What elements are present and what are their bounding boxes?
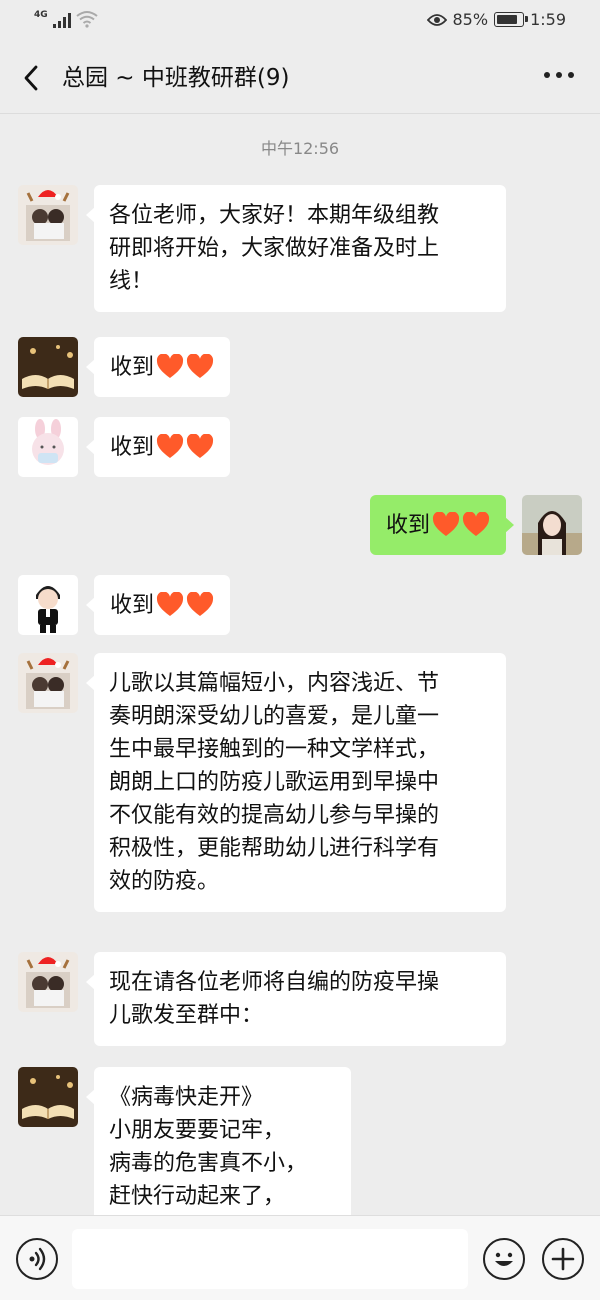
message-line: 不仅能有效的提高幼儿参与早操的	[109, 803, 440, 828]
message-bubble[interactable]: 收到	[369, 495, 515, 555]
message-line: 病毒的危害真不小，	[109, 1151, 308, 1176]
message-text: 收到	[385, 512, 430, 538]
battery-icon	[494, 12, 529, 27]
message-bubble[interactable]: 各位老师，大家好！本期年级组教 研即将开始，大家做好准备及时上 线！	[86, 185, 506, 312]
battery-fill	[497, 15, 517, 24]
chat-title: 总园 ~ 中班教研群(9)	[62, 65, 290, 91]
message-line: 生中最早接触到的一种文学样式，	[109, 737, 440, 762]
message-line: 奏明朗深受幼儿的喜爱，是儿童一	[109, 704, 440, 729]
avatar-icon[interactable]	[18, 417, 78, 477]
heart-icon	[462, 512, 490, 536]
message-bubble[interactable]: 收到	[85, 575, 231, 635]
message-bubble[interactable]: 儿歌以其篇幅短小，内容浅近、节 奏明朗深受幼儿的喜爱，是儿童一 生中最早接触到的…	[86, 653, 506, 912]
message-text: 收到	[110, 592, 155, 618]
message-text: 收到	[110, 434, 155, 460]
heart-icon	[187, 434, 214, 458]
message-line: 儿歌发至群中：	[109, 1003, 264, 1028]
message-line: 效的防疫。	[109, 869, 220, 894]
heart-icon	[157, 592, 184, 616]
input-bar	[0, 1215, 600, 1300]
message-timestamp: 中午12:56	[260, 139, 340, 158]
emoji-icon[interactable]	[483, 1238, 525, 1280]
message-line: 朗朗上口的防疫儿歌运用到早操中	[109, 770, 440, 795]
message-line: 小朋友要要记牢，	[109, 1118, 286, 1143]
chat-header: 总园 ~ 中班教研群(9)	[0, 42, 600, 114]
chat-area[interactable]: 中午12:56 各位老师，大家好！本期年级组教 研即将开始，大家做好准备及时上 …	[0, 115, 600, 1215]
message-text: 收到	[110, 354, 155, 380]
plus-icon[interactable]	[542, 1238, 584, 1280]
avatar-icon[interactable]	[18, 575, 78, 635]
message-line: 线！	[109, 269, 154, 294]
battery-percent: 85%	[452, 10, 489, 29]
wifi-icon	[76, 11, 98, 28]
message-line: 赶快行动起来了，	[109, 1184, 286, 1209]
status-bar: 4G 85% 1:59	[0, 0, 600, 42]
status-left: 4G	[34, 10, 98, 28]
clock: 1:59	[530, 10, 566, 29]
message-line: 《病毒快走开》	[109, 1085, 264, 1110]
eye-icon	[426, 13, 447, 26]
avatar-icon[interactable]	[18, 653, 78, 713]
more-dots-icon[interactable]	[544, 72, 574, 78]
status-right: 85% 1:59	[426, 10, 566, 29]
message-bubble[interactable]: 《病毒快走开》 小朋友要要记牢， 病毒的危害真不小， 赶快行动起来了，	[86, 1067, 351, 1215]
message-bubble[interactable]: 收到	[85, 417, 231, 477]
message-line: 现在请各位老师将自编的防疫早操	[109, 970, 440, 995]
voice-icon[interactable]	[16, 1238, 58, 1280]
avatar-icon[interactable]	[18, 1067, 78, 1127]
avatar-icon[interactable]	[18, 337, 78, 397]
message-input[interactable]	[72, 1229, 468, 1289]
heart-icon	[187, 354, 214, 378]
signal-icon	[52, 12, 71, 28]
avatar-icon[interactable]	[18, 952, 78, 1012]
heart-icon	[187, 592, 214, 616]
message-bubble[interactable]: 现在请各位老师将自编的防疫早操 儿歌发至群中：	[86, 952, 506, 1046]
avatar-icon[interactable]	[522, 495, 582, 555]
back-chevron-icon[interactable]	[18, 62, 48, 94]
message-bubble[interactable]: 收到	[85, 337, 231, 397]
heart-icon	[157, 434, 184, 458]
message-line: 儿歌以其篇幅短小，内容浅近、节	[109, 671, 440, 696]
avatar-icon[interactable]	[18, 185, 78, 245]
message-line: 研即将开始，大家做好准备及时上	[109, 236, 440, 261]
heart-icon	[432, 512, 460, 536]
message-line: 积极性，更能帮助幼儿进行科学有	[109, 836, 440, 861]
network-type: 4G	[34, 10, 48, 20]
heart-icon	[157, 354, 184, 378]
message-line: 各位老师，大家好！本期年级组教	[109, 203, 440, 228]
